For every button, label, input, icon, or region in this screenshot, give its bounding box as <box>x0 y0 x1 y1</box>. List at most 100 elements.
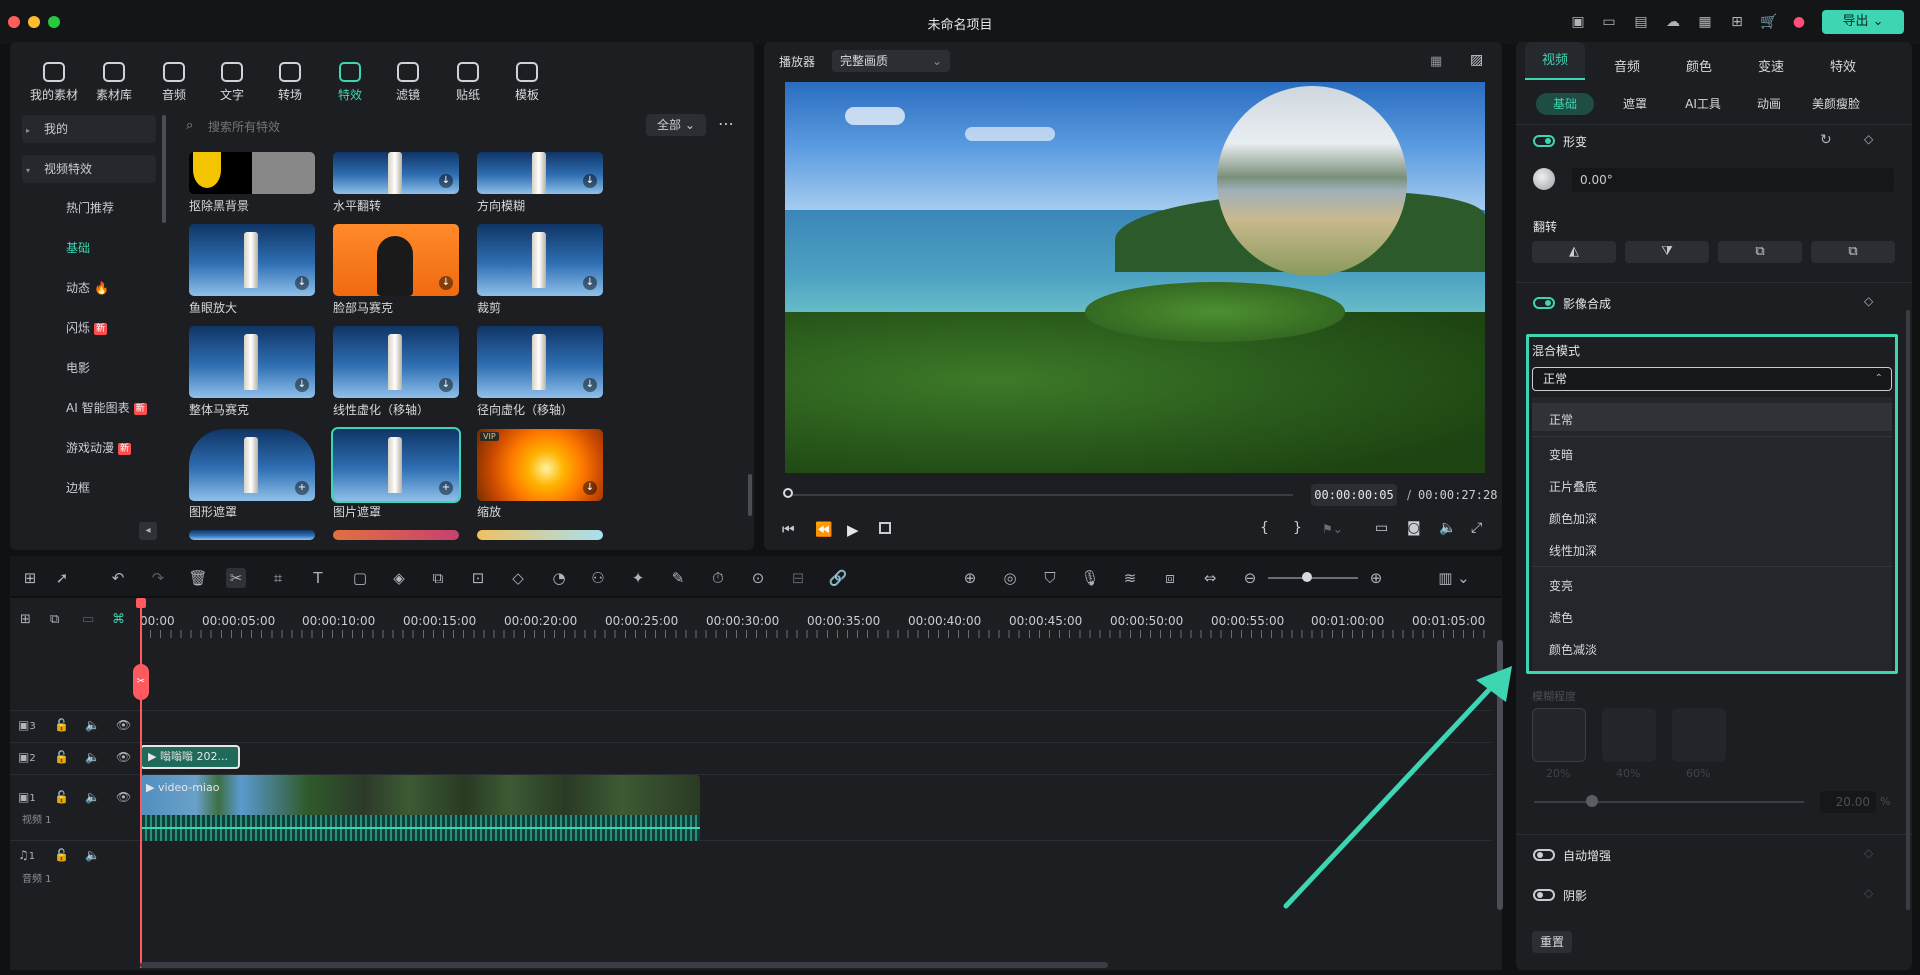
effects-scrollbar[interactable] <box>748 474 752 516</box>
tab-stickers[interactable]: 贴纸 <box>444 62 492 103</box>
timeline-ruler-ticks[interactable] <box>140 630 1492 638</box>
effect-thumb-zoom[interactable]: VIP ↓ <box>477 429 603 501</box>
effect-thumb-remove-black[interactable] <box>189 152 315 194</box>
tab-color[interactable]: 颜色 <box>1669 56 1729 75</box>
step-back-icon[interactable]: ⏪ <box>815 522 832 538</box>
blend-icon[interactable]: ⚇ <box>588 568 608 588</box>
media-icon[interactable]: ▣ <box>1569 14 1587 30</box>
previous-frame-icon[interactable]: ⏮ <box>782 522 795 538</box>
tab-text[interactable]: 文字 <box>208 62 256 103</box>
volume-icon[interactable]: 🔈 <box>85 790 100 804</box>
effect-thumb-linear-tilt-shift[interactable]: ↓ <box>333 326 459 398</box>
shield-icon[interactable]: ⛉ <box>1040 568 1060 588</box>
subtab-beauty[interactable]: 美颜瘦脸 <box>1796 93 1876 115</box>
ai-icon[interactable]: ✦ <box>628 568 648 588</box>
playhead[interactable] <box>140 600 142 968</box>
effect-thumb-direction-blur[interactable]: ↓ <box>477 152 603 194</box>
blend-option-normal[interactable]: 正常 <box>1549 411 1573 428</box>
subtab-animation[interactable]: 动画 <box>1740 93 1798 115</box>
picture-in-picture-icon[interactable]: ⧈ <box>1160 568 1180 588</box>
sidebar-item-mine[interactable]: ▸ 我的 <box>22 115 156 143</box>
reset-button[interactable]: 重置 <box>1532 931 1572 953</box>
undo-icon[interactable]: ↶ <box>108 568 128 588</box>
snapshot-icon[interactable]: ◙ <box>1407 520 1421 536</box>
stabilize-icon[interactable]: ⊟ <box>788 568 808 588</box>
sidebar-item-dynamic[interactable]: 动态 🔥 <box>66 274 196 302</box>
export-button[interactable]: 导出 ⌄ <box>1822 10 1904 34</box>
sidebar-item-flash[interactable]: 闪烁新 <box>66 314 196 342</box>
mark-out-icon[interactable]: } <box>1293 520 1302 536</box>
search-input[interactable] <box>206 114 430 140</box>
quality-dropdown[interactable]: 完整画质 ⌄ <box>832 50 950 72</box>
effect-thumb-fisheye[interactable]: ↓ <box>189 224 315 296</box>
effect-thumb-horizontal-flip[interactable]: ↓ <box>333 152 459 194</box>
main-video-clip[interactable]: ▶ video-miao <box>140 775 700 841</box>
shape-icon[interactable]: ▢ <box>350 568 370 588</box>
blend-option-multiply[interactable]: 正片叠底 <box>1549 478 1597 495</box>
sidebar-item-basic[interactable]: 基础 <box>66 234 196 262</box>
timeline-settings-icon[interactable]: ▥ ⌄ <box>1436 568 1472 588</box>
collapse-sidebar-button[interactable]: ◂ <box>139 522 157 540</box>
zoom-in-icon[interactable]: ⊕ <box>1366 568 1386 588</box>
keyframe-icon[interactable]: ◇ <box>1864 886 1873 900</box>
timer-icon[interactable]: ⏱ <box>708 568 728 588</box>
select-tool-icon[interactable]: ➚ <box>52 568 72 588</box>
volume-icon[interactable]: 🔈 <box>85 848 100 862</box>
tab-stock-media[interactable]: 素材库 <box>90 62 138 103</box>
keyframe-icon[interactable]: ◇ <box>1864 846 1873 860</box>
lock-icon[interactable]: 🔓 <box>54 718 69 732</box>
sidebar-item-game-anime[interactable]: 游戏动漫新 <box>66 434 196 462</box>
zoom-out-icon[interactable]: ⊖ <box>1240 568 1260 588</box>
rotation-dial[interactable] <box>1533 168 1555 190</box>
keyframe-icon[interactable]: ◇ <box>1864 294 1873 308</box>
playhead-handle[interactable] <box>136 598 146 608</box>
effect-thumb-shape-mask[interactable]: + <box>189 429 315 501</box>
mark-in-icon[interactable]: { <box>1260 520 1269 536</box>
volume-icon[interactable]: 🔈 <box>1439 520 1456 536</box>
overlay-circle-image[interactable] <box>1217 86 1407 276</box>
more-options-icon[interactable]: ⋯ <box>718 114 734 133</box>
tab-templates[interactable]: 模板 <box>503 62 551 103</box>
transform-toggle[interactable] <box>1533 135 1555 147</box>
blend-option-linear-burn[interactable]: 线性加深 <box>1549 542 1597 559</box>
focus-icon[interactable]: ⊙ <box>748 568 768 588</box>
shadow-toggle[interactable] <box>1533 889 1555 901</box>
tab-effects[interactable]: 特效 <box>326 62 374 103</box>
add-track-icon[interactable]: ⊞ <box>20 612 31 627</box>
eye-icon[interactable]: 👁 <box>116 790 131 804</box>
zoom-slider[interactable] <box>1268 577 1358 579</box>
blend-mode-select[interactable]: 正常 ⌃ <box>1532 367 1892 391</box>
render-icon[interactable]: ◎ <box>1000 568 1020 588</box>
speed-icon[interactable]: ◔ <box>549 568 569 588</box>
tab-effects[interactable]: 特效 <box>1813 56 1873 75</box>
compact-icon[interactable]: ▭ <box>82 612 94 627</box>
text-tool-icon[interactable]: T <box>308 568 328 588</box>
stop-icon[interactable] <box>879 522 891 534</box>
link-icon[interactable]: 🔗 <box>828 568 848 588</box>
link-clip-icon[interactable]: ⧉ <box>428 568 448 588</box>
flip-horizontal-button[interactable]: ◭ <box>1532 241 1616 263</box>
edit-icon[interactable]: ✎ <box>668 568 688 588</box>
tab-transitions[interactable]: 转场 <box>266 62 314 103</box>
blend-option-color-dodge[interactable]: 颜色减淡 <box>1549 641 1597 658</box>
tab-audio[interactable]: 音频 <box>150 62 198 103</box>
split-icon[interactable]: ✂ <box>226 568 246 588</box>
image-icon[interactable]: ▨ <box>1470 52 1483 68</box>
effect-thumb-partial[interactable] <box>189 530 315 540</box>
effect-thumb-radial-tilt-shift[interactable]: ↓ <box>477 326 603 398</box>
user-icon[interactable]: ● <box>1790 14 1808 30</box>
blur-value-input[interactable]: 20.00 <box>1820 791 1876 813</box>
blur-slider[interactable] <box>1534 801 1804 803</box>
grid-view-icon[interactable]: ▦ <box>1430 54 1442 69</box>
play-icon[interactable]: ▶ <box>847 521 859 539</box>
blend-option-lighten[interactable]: 变亮 <box>1549 577 1573 594</box>
ai-audio-icon[interactable]: ⊕ <box>960 568 980 588</box>
volume-icon[interactable]: 🔈 <box>85 750 100 764</box>
lock-icon[interactable]: 🔓 <box>54 848 69 862</box>
delete-icon[interactable]: 🗑 <box>188 568 208 588</box>
sidebar-item-movie[interactable]: 电影 <box>66 354 196 382</box>
sidebar-item-video-effects[interactable]: ▾ 视频特效 <box>22 155 156 183</box>
keyframe-icon[interactable]: ◇ <box>1864 132 1873 146</box>
crop-icon[interactable]: ⌗ <box>268 568 288 588</box>
composite-toggle[interactable] <box>1533 297 1555 309</box>
